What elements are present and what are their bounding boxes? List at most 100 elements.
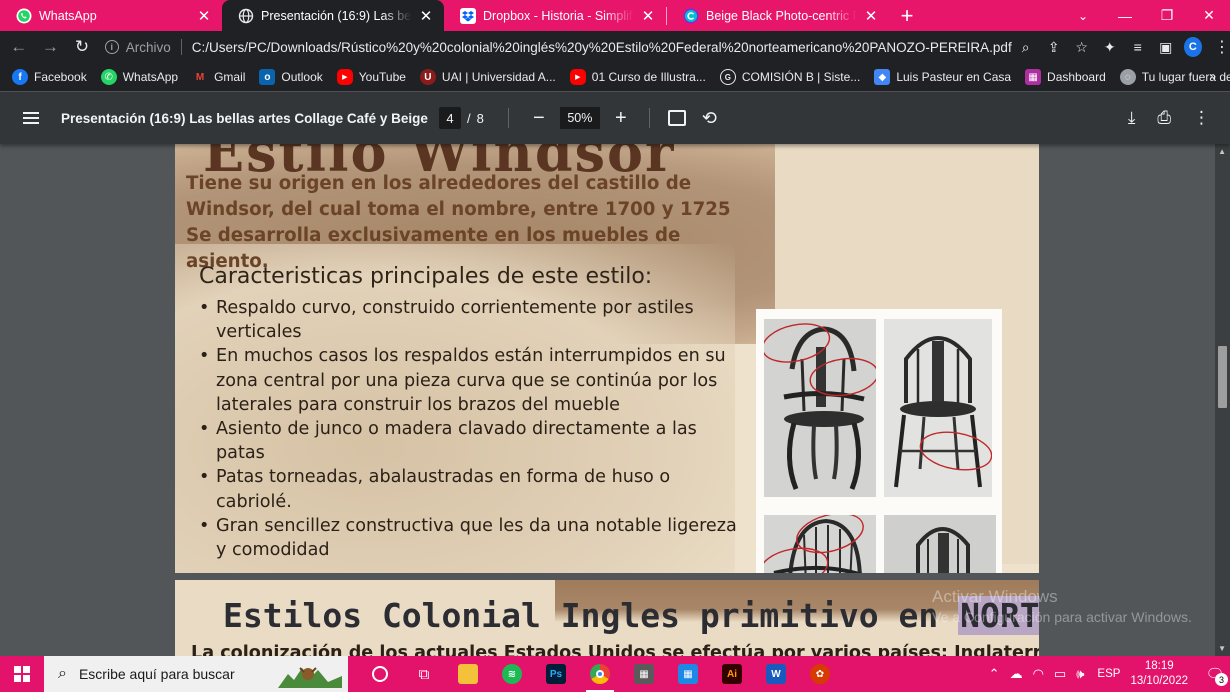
info-icon[interactable]: i xyxy=(104,40,119,54)
close-tab-icon[interactable]: ✕ xyxy=(196,8,212,25)
cortana-button[interactable] xyxy=(358,656,402,692)
photoshop-icon: Ps xyxy=(546,664,566,684)
battery-icon[interactable]: ▭ xyxy=(1054,666,1066,682)
taskbar-pinned-app[interactable]: ✿ xyxy=(798,656,842,692)
clock-date: 13/10/2022 xyxy=(1130,675,1188,687)
facebook-icon: f xyxy=(12,69,28,85)
bookmark-label: Outlook xyxy=(281,70,323,84)
zoom-in-button[interactable]: + xyxy=(609,107,633,130)
browser-menu-icon[interactable]: ⋮ xyxy=(1214,37,1230,57)
new-tab-button[interactable]: + xyxy=(889,0,925,31)
url-text[interactable]: C:/Users/PC/Downloads/Rústico%20y%20colo… xyxy=(192,40,1012,55)
zoom-input[interactable]: 50% xyxy=(559,107,600,129)
toolbar-divider xyxy=(507,108,509,128)
onedrive-icon[interactable]: ☁ xyxy=(1010,666,1023,682)
pdf-viewer[interactable]: Estilo Windsor Tiene su origen en los al… xyxy=(0,144,1230,656)
taskbar-calendar[interactable]: ▦ xyxy=(666,656,710,692)
taskbar-photoshop[interactable]: Ps xyxy=(534,656,578,692)
menu-icon[interactable] xyxy=(23,109,39,127)
tab-pdf-presentation[interactable]: Presentación (16:9) Las bellas artes Col… xyxy=(222,0,444,31)
volume-icon[interactable]: 🕪 xyxy=(1076,666,1084,682)
rotate-icon[interactable]: ⟲ xyxy=(702,108,717,129)
pasteur-icon: ◆ xyxy=(874,69,891,85)
wifi-icon[interactable]: ◠ xyxy=(1033,666,1044,682)
vertical-scrollbar[interactable]: ▲ ▼ xyxy=(1215,144,1230,656)
download-icon[interactable]: ⤓ xyxy=(1128,108,1136,128)
close-tab-icon[interactable]: ✕ xyxy=(640,8,656,25)
side-panel-icon[interactable]: ▣ xyxy=(1152,39,1180,56)
task-view-button[interactable]: ⧉ xyxy=(402,656,446,692)
list-item: Gran sencillez constructiva que les da u… xyxy=(199,514,739,562)
bookmark-luis-pasteur[interactable]: ◆ Luis Pasteur en Casa xyxy=(874,69,1011,85)
address-bar[interactable]: i Archivo C:/Users/PC/Downloads/Rústico%… xyxy=(104,34,1012,60)
taskbar-word[interactable]: W xyxy=(754,656,798,692)
list-item: Asiento de junco o madera clavado direct… xyxy=(199,417,739,465)
back-icon[interactable]: ← xyxy=(6,33,32,61)
taskbar-file-explorer[interactable] xyxy=(446,656,490,692)
zoom-out-button[interactable]: − xyxy=(527,107,551,130)
reload-icon[interactable]: ↻ xyxy=(69,33,95,61)
taskbar-chrome[interactable] xyxy=(578,656,622,692)
window-controls: ⌄ — ❐ ✕ xyxy=(1062,0,1230,31)
pinned-app-icon: ✿ xyxy=(810,664,830,684)
show-hidden-icons-icon[interactable]: ⌃ xyxy=(989,666,1000,682)
close-tab-icon[interactable]: ✕ xyxy=(418,8,434,25)
tab-dropbox[interactable]: Dropbox - Historia - Simplifica tu vida … xyxy=(444,0,666,31)
bookmark-star-icon[interactable]: ☆ xyxy=(1068,39,1096,56)
search-highlight-illustration xyxy=(278,667,342,688)
taskbar-spotify[interactable]: ≋ xyxy=(490,656,534,692)
system-tray: ⌃ ☁ ◠ ▭ 🕪 ESP 18:19 13/10/2022 🗨 3 xyxy=(984,656,1230,692)
list-item: Patas torneadas, abalaustradas en forma … xyxy=(199,465,739,513)
input-language[interactable]: ESP xyxy=(1097,668,1120,680)
taskbar-search-box[interactable]: ⌕ Escribe aquí para buscar xyxy=(44,656,348,692)
canva-icon xyxy=(683,8,699,23)
taskbar-calculator[interactable]: ▦ xyxy=(622,656,666,692)
list-item: En muchos casos los respaldos están inte… xyxy=(199,344,739,417)
bookmark-comision-b[interactable]: G COMISIÓN B | Siste... xyxy=(719,69,860,85)
page-total: 8 xyxy=(476,110,484,126)
bookmark-label: Luis Pasteur en Casa xyxy=(896,70,1012,84)
bookmark-dashboard[interactable]: ▦ Dashboard xyxy=(1025,69,1106,85)
omnibox-actions: ⌕ ⇪ ☆ ✦ ≡ ▣ xyxy=(1012,39,1180,56)
windsor-chairs-photo-panel xyxy=(756,309,1002,573)
scrollbar-thumb[interactable] xyxy=(1218,346,1227,408)
tab-canva[interactable]: Beige Black Photo-centric Pride Sale ✕ xyxy=(667,0,889,31)
minimize-icon[interactable]: — xyxy=(1104,8,1146,24)
tab-whatsapp[interactable]: WhatsApp ✕ xyxy=(0,0,222,31)
bookmark-facebook[interactable]: f Facebook xyxy=(12,69,87,85)
bookmark-whatsapp[interactable]: ✆ WhatsApp xyxy=(100,69,178,85)
restore-icon[interactable]: ❐ xyxy=(1146,7,1188,24)
media-queue-icon[interactable]: ≡ xyxy=(1124,39,1152,55)
bookmark-outlook[interactable]: o Outlook xyxy=(259,69,323,85)
taskbar-illustrator[interactable]: Ai xyxy=(710,656,754,692)
print-icon[interactable]: ⎙ xyxy=(1157,108,1171,128)
bookmark-uai[interactable]: U UAI | Universidad A... xyxy=(419,69,556,85)
close-tab-icon[interactable]: ✕ xyxy=(863,8,879,25)
fit-to-page-icon[interactable] xyxy=(667,110,686,126)
profile-avatar[interactable]: C xyxy=(1183,37,1202,57)
notification-center-button[interactable]: 🗨 3 xyxy=(1200,656,1230,692)
start-button[interactable] xyxy=(0,656,44,692)
tab-title: Presentación (16:9) Las bellas artes Col… xyxy=(261,8,412,23)
scroll-down-icon[interactable]: ▼ xyxy=(1218,644,1226,653)
more-bookmarks-icon[interactable]: » xyxy=(1209,69,1216,83)
tab-title: WhatsApp xyxy=(39,8,97,23)
bookmark-gmail[interactable]: M Gmail xyxy=(192,69,246,85)
slide-page-5: Estilos Colonial Ingles primitivo en NOR… xyxy=(175,580,1039,656)
share-icon[interactable]: ⇪ xyxy=(1040,39,1068,56)
bookmark-illustrator-course[interactable]: ▶ 01 Curso de Illustra... xyxy=(569,69,706,85)
page-number-input[interactable]: 4 xyxy=(439,107,461,129)
bookmark-youtube[interactable]: ▶ YouTube xyxy=(336,69,406,85)
extensions-icon[interactable]: ✦ xyxy=(1096,39,1124,56)
more-options-icon[interactable]: ⋮ xyxy=(1193,108,1210,128)
windows-taskbar: ⌕ Escribe aquí para buscar ⧉ ≋ Ps ▦ ▦ Ai… xyxy=(0,656,1230,692)
tab-search-chevron-icon[interactable]: ⌄ xyxy=(1062,9,1104,23)
close-window-icon[interactable]: ✕ xyxy=(1188,7,1230,24)
windsor-chair-photo xyxy=(884,515,996,573)
forward-icon[interactable]: → xyxy=(38,33,64,61)
system-clock[interactable]: 18:19 13/10/2022 xyxy=(1130,659,1188,689)
zoom-search-icon[interactable]: ⌕ xyxy=(1012,39,1040,56)
youtube-icon: ▶ xyxy=(336,69,353,85)
slide-body-text: La colonización de los actuales Estados … xyxy=(191,643,1039,656)
scroll-up-icon[interactable]: ▲ xyxy=(1218,147,1226,156)
